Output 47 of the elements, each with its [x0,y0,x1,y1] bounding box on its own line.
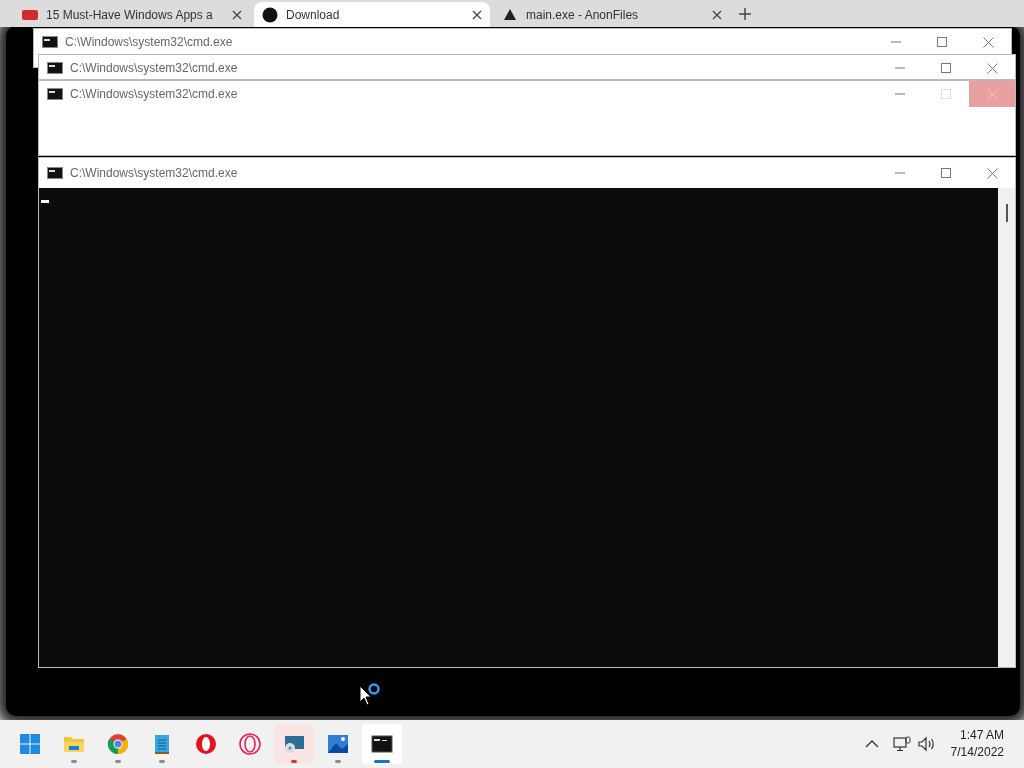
network-icon[interactable] [892,736,911,752]
clock-time[interactable]: 1:47 AM [959,727,1004,744]
maximize-icon [937,37,947,47]
minimize-icon [891,41,901,43]
minimize-icon [895,67,905,69]
windows-logo-icon [18,732,42,756]
terminal-icon [370,732,394,756]
console-icon [47,62,63,74]
ring-logo-icon [238,732,262,756]
site-icon [22,8,38,21]
close-icon[interactable] [232,9,242,20]
minimize-icon [895,172,905,174]
close-icon [982,36,994,48]
console-icon [47,167,63,179]
minimize-icon [895,93,905,95]
maximize-icon [941,89,951,99]
window-title: C:\Windows\system32\cmd.exe [65,34,234,51]
window-title: C:\Windows\system32\cmd.exe [70,165,239,182]
mountain-photo-icon [326,732,350,756]
window-title: C:\Windows\system32\cmd.exe [70,86,239,103]
close-icon[interactable] [472,9,482,20]
clock-date[interactable]: 7/14/2022 [950,744,1004,761]
ring-logo-icon [194,732,218,756]
new-tab-icon[interactable] [738,7,752,21]
loading-cursor-icon [358,682,382,708]
console-icon [47,88,63,100]
text-cursor [41,200,49,203]
browser-tab[interactable]: main.exe - AnonFiles [494,2,730,27]
tab-title: 15 Must-Have Windows Apps a [46,6,214,24]
browser-icon [106,732,130,756]
scrollbar[interactable] [998,188,1015,667]
maximize-icon [941,168,951,178]
tab-title: Download [286,6,341,24]
window-title: C:\Windows\system32\cmd.exe [70,60,239,77]
browser-tab[interactable]: 15 Must-Have Windows Apps a [14,2,250,27]
volume-icon[interactable] [916,736,937,752]
close-icon[interactable] [712,9,722,20]
chevron-up-icon[interactable] [864,739,879,749]
site-icon [262,6,278,23]
browser-tab[interactable]: Download [254,2,490,27]
maximize-icon [941,63,951,73]
tab-title: main.exe - AnonFiles [526,6,640,24]
close-icon [986,167,998,179]
taskbar-button[interactable] [362,724,402,764]
console-icon [42,36,58,48]
close-icon [986,62,998,74]
close-icon [986,88,998,100]
